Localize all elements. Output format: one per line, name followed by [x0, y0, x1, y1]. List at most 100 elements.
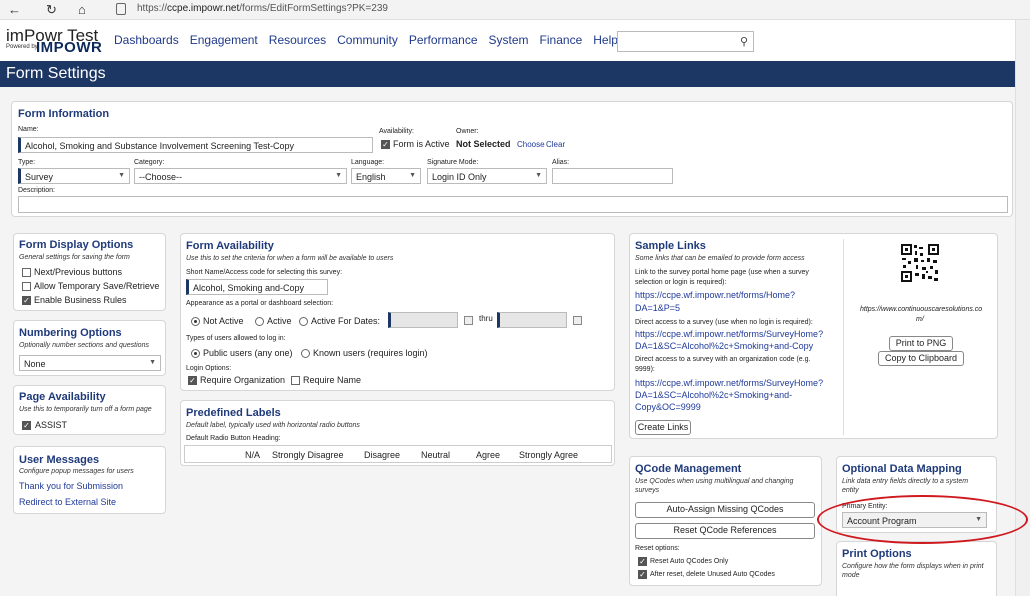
lock-icon [116, 3, 126, 15]
type-label: Type: [18, 159, 36, 166]
signature-mode-select[interactable]: Login ID Only ▼ [427, 168, 547, 184]
back-arrow-icon[interactable]: ← [8, 2, 21, 17]
nav-system[interactable]: System [489, 33, 529, 47]
nav-help[interactable]: Help [593, 33, 618, 47]
calendar-icon[interactable] [464, 316, 473, 325]
qcode-subtitle-2: surveys [635, 487, 660, 494]
print-options-panel: Print Options Configure how the form dis… [836, 541, 997, 596]
direct-access-desc: Direct access to a survey (use when no l… [635, 319, 813, 326]
data-mapping-title: Optional Data Mapping [842, 463, 962, 475]
owner-label: Owner: [456, 128, 479, 135]
type-select[interactable]: Survey ▼ [18, 168, 130, 184]
active-radio[interactable] [255, 317, 264, 326]
owner-clear-link[interactable]: Clear [546, 140, 565, 149]
page-title-bar: Form Settings [0, 61, 1015, 87]
org-code-link[interactable]: https://ccpe.wf.impowr.net/forms/SurveyH… [635, 378, 823, 388]
portal-home-link[interactable]: https://ccpe.wf.impowr.net/forms/Home? [635, 290, 795, 300]
chevron-down-icon: ▼ [409, 172, 416, 179]
logo-powered-by: Powered by [6, 44, 38, 50]
active-label: Active [267, 316, 292, 326]
page-availability-title: Page Availability [19, 391, 106, 403]
form-information-panel: Form Information Name: Alcohol, Smoking … [11, 101, 1013, 217]
assist-page-label: ASSIST [35, 420, 68, 430]
short-name-label: Short Name/Access code for selecting thi… [186, 269, 343, 276]
qcode-title: QCode Management [635, 463, 742, 475]
end-date-input[interactable] [497, 312, 567, 328]
login-types-label: Types of users allowed to log in: [186, 335, 286, 342]
language-label: Language: [351, 159, 385, 166]
nav-finance[interactable]: Finance [540, 33, 583, 47]
app-header: imPowr Test Powered by IMPOWR Dashboards… [0, 20, 1030, 60]
nav-resources[interactable]: Resources [269, 33, 326, 47]
chevron-down-icon: ▼ [149, 359, 156, 366]
start-date-input[interactable] [388, 312, 458, 328]
logo-brand: IMPOWR [36, 39, 103, 56]
require-organization-checkbox[interactable]: ✓ [188, 376, 197, 385]
business-rules-checkbox[interactable]: ✓ [22, 296, 31, 305]
name-input[interactable]: Alcohol, Smoking and Substance Involveme… [18, 137, 373, 153]
next-previous-checkbox[interactable] [22, 268, 31, 277]
nav-dashboards[interactable]: Dashboards [114, 33, 179, 47]
chevron-down-icon: ▼ [535, 172, 542, 179]
not-active-label: Not Active [203, 316, 244, 326]
org-code-link-cont-2[interactable]: Copy&OC=9999 [635, 402, 701, 412]
form-information-title: Form Information [18, 108, 110, 120]
availability-label: Availability: [379, 128, 414, 135]
reload-icon[interactable]: ↻ [46, 2, 57, 17]
nav-community[interactable]: Community [337, 33, 398, 47]
numbering-select[interactable]: None ▼ [19, 355, 161, 371]
form-display-options-panel: Form Display Options General settings fo… [13, 233, 166, 311]
direct-access-link-cont[interactable]: DA=1&SC=Alcohol%2c+Smoking+and-Copy [635, 341, 813, 351]
form-active-label: Form is Active [393, 139, 450, 149]
description-input[interactable] [18, 196, 1008, 213]
redirect-external-link[interactable]: Redirect to External Site [19, 497, 116, 507]
language-select[interactable]: English ▼ [351, 168, 421, 184]
calendar-icon[interactable] [573, 316, 582, 325]
appearance-label: Appearance as a portal or dashboard sele… [186, 300, 334, 307]
delete-unused-qcodes-checkbox[interactable]: ✓ [638, 570, 647, 579]
reset-auto-qcodes-label: Reset Auto QCodes Only [650, 558, 729, 565]
nav-performance[interactable]: Performance [409, 33, 478, 47]
portal-home-link-cont[interactable]: DA=1&P=5 [635, 303, 680, 313]
org-code-link-cont-1[interactable]: DA=1&SC=Alcohol%2c+Smoking+and- [635, 390, 792, 400]
category-select[interactable]: --Choose-- ▼ [134, 168, 347, 184]
radio-heading-table[interactable]: N/A Strongly Disagree Disagree Neutral A… [184, 445, 612, 463]
require-organization-label: Require Organization [200, 375, 286, 385]
reset-auto-qcodes-checkbox[interactable]: ✓ [638, 557, 647, 566]
form-display-options-title: Form Display Options [19, 239, 134, 251]
owner-choose-link[interactable]: Choose [517, 140, 545, 149]
active-for-dates-radio[interactable] [299, 317, 308, 326]
alias-input[interactable] [552, 168, 673, 184]
thru-label: thru [479, 314, 493, 323]
qcode-management-panel: QCode Management Use QCodes when using m… [629, 456, 822, 586]
qr-url-line-2: m/ [916, 316, 924, 323]
address-bar[interactable]: https://ccpe.impowr.net/forms/EditFormSe… [137, 3, 388, 14]
short-name-input[interactable]: Alcohol, Smoking and-Copy [186, 279, 328, 295]
column-na: N/A [245, 450, 261, 460]
page-availability-subtitle: Use this to temporarily turn off a form … [19, 406, 152, 413]
signature-mode-label: Signature Mode: [427, 159, 479, 166]
create-links-button[interactable]: Create Links [635, 420, 691, 435]
temp-save-label: Allow Temporary Save/Retrieve [34, 281, 160, 291]
print-png-button[interactable]: Print to PNG [889, 336, 953, 351]
auto-assign-qcodes-button[interactable]: Auto-Assign Missing QCodes [635, 502, 815, 518]
column-neutral: Neutral [421, 450, 451, 460]
home-icon[interactable]: ⌂ [78, 2, 86, 17]
next-previous-label: Next/Previous buttons [34, 267, 123, 277]
form-active-checkbox[interactable]: ✓ [381, 140, 390, 149]
column-disagree: Disagree [364, 450, 401, 460]
thank-you-link[interactable]: Thank you for Submission [19, 481, 123, 491]
column-strongly-disagree: Strongly Disagree [272, 450, 344, 460]
nav-engagement[interactable]: Engagement [190, 33, 258, 47]
direct-access-link[interactable]: https://ccpe.wf.impowr.net/forms/SurveyH… [635, 329, 823, 339]
search-input[interactable]: ⚲ [617, 31, 754, 52]
known-users-radio[interactable] [301, 349, 310, 358]
search-icon[interactable]: ⚲ [740, 35, 748, 48]
public-users-radio[interactable] [191, 349, 200, 358]
reset-qcode-references-button[interactable]: Reset QCode References [635, 523, 815, 539]
temp-save-checkbox[interactable] [22, 282, 31, 291]
not-active-radio[interactable] [191, 317, 200, 326]
assist-page-checkbox[interactable]: ✓ [22, 421, 31, 430]
copy-clipboard-button[interactable]: Copy to Clipboard [878, 351, 964, 366]
require-name-checkbox[interactable] [291, 376, 300, 385]
